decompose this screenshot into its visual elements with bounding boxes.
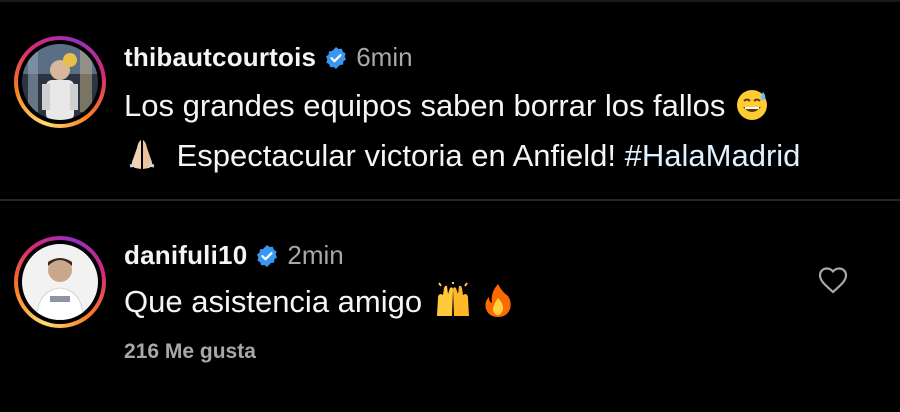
verified-badge-icon (324, 46, 348, 70)
hashtag-link[interactable]: #HalaMadrid (625, 138, 801, 173)
raising-hands-emoji (431, 281, 475, 330)
timestamp: 6min (356, 42, 413, 72)
comment-divider (0, 199, 900, 201)
folded-hands-emoji (124, 136, 160, 184)
username[interactable]: thibautcourtois (124, 42, 316, 73)
avatar-thibautcourtois[interactable] (14, 36, 106, 128)
like-heart-icon[interactable] (818, 266, 848, 294)
username[interactable]: danifuli10 (124, 240, 247, 271)
comment-line-1: Que asistencia amigo (124, 284, 423, 319)
comment-header: danifuli10 2min (124, 240, 344, 271)
comment-line-1: Los grandes equipos saben borrar los fal… (124, 88, 726, 123)
verified-badge-icon (255, 244, 279, 268)
comment-text: Los grandes equipos saben borrar los fal… (124, 84, 800, 184)
top-divider (0, 0, 900, 2)
comment-text: Que asistencia amigo (124, 280, 513, 330)
fire-emoji (483, 282, 513, 330)
sweat-smile-emoji (734, 86, 770, 134)
avatar-danifuli10[interactable] (14, 236, 106, 328)
comment-header: thibautcourtois 6min (124, 42, 413, 73)
comment-line-2: Espectacular victoria en Anfield! (176, 138, 617, 173)
likes-count[interactable]: 216 Me gusta (124, 340, 256, 364)
timestamp: 2min (287, 240, 344, 270)
